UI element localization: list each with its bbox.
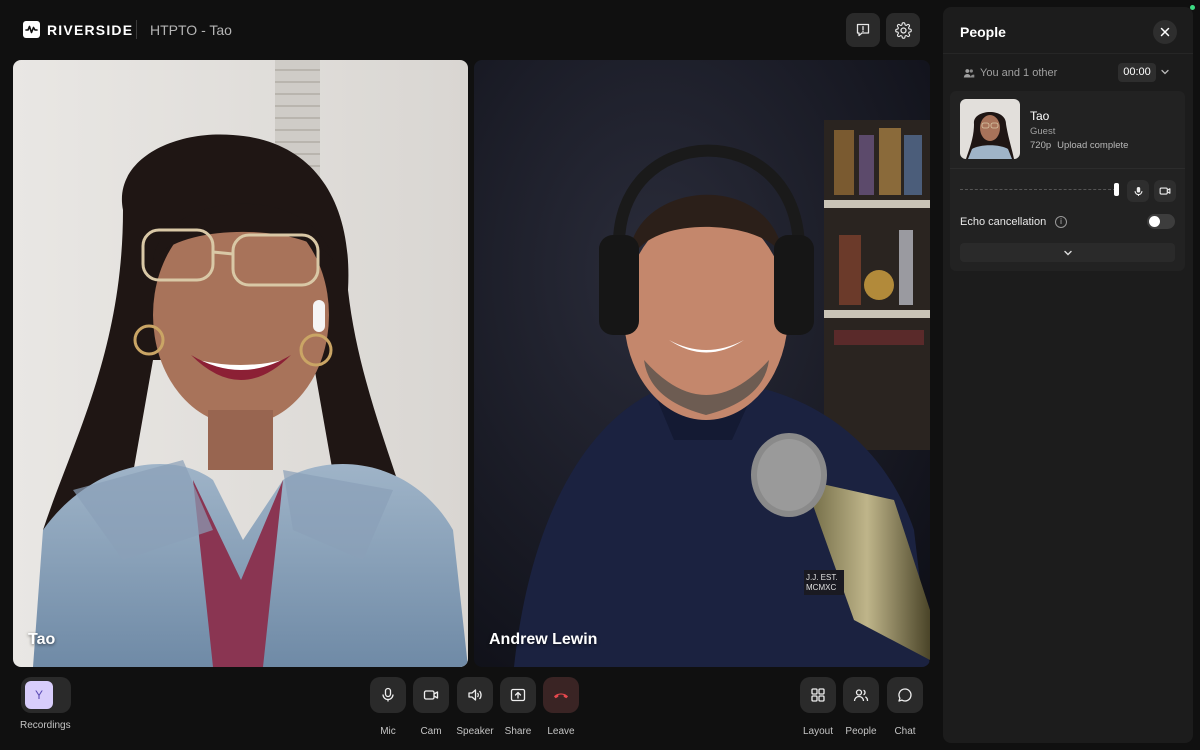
share-button[interactable] — [500, 677, 536, 713]
close-panel-button[interactable] — [1153, 20, 1177, 44]
top-bar: RIVERSIDE HTPTO - Tao — [0, 0, 940, 60]
mic-icon — [382, 687, 394, 702]
session-title: HTPTO - Tao — [150, 22, 232, 38]
connection-status-dot — [1190, 5, 1195, 10]
speaker-control: Speaker — [456, 677, 494, 737]
participant-count: You and 1 other — [963, 67, 1057, 79]
speaker-button[interactable] — [457, 677, 493, 713]
hang-up-icon — [554, 693, 568, 699]
resolution-label: 720p — [1030, 140, 1052, 151]
participant-card: Tao Guest 720p Upload complete Echo cance… — [950, 91, 1185, 271]
leave-control: Leave — [543, 677, 579, 737]
people-panel: People You and 1 other 00:00 Tao Guest 7… — [943, 7, 1193, 743]
riverside-wave-icon — [23, 21, 40, 38]
echo-cancellation-toggle[interactable] — [1147, 214, 1175, 229]
participant-count-label: You and 1 other — [980, 67, 1058, 79]
card-divider — [950, 168, 1185, 169]
toggle-knob — [1149, 216, 1160, 227]
recordings-button[interactable]: Y — [21, 677, 71, 713]
riverside-logo: RIVERSIDE — [23, 21, 133, 38]
brand-name: RIVERSIDE — [47, 21, 134, 38]
participant-meta: 720p Upload complete — [1030, 140, 1128, 151]
panel-title: People — [960, 24, 1006, 40]
panel-divider — [943, 53, 1193, 54]
mic-control: Mic — [370, 677, 406, 737]
cam-label: Cam — [420, 726, 442, 737]
speaker-label: Speaker — [456, 726, 494, 737]
chevron-down-icon[interactable] — [1160, 67, 1170, 77]
camera-icon — [1159, 187, 1171, 195]
echo-cancellation-label: Echo cancellation — [960, 216, 1047, 228]
info-icon[interactable]: i — [1055, 216, 1067, 228]
participant-thumbnail — [960, 99, 1020, 159]
tao-video-feed — [13, 60, 468, 667]
layout-control: Layout — [800, 677, 836, 737]
chat-button[interactable] — [887, 677, 923, 713]
video-tile-tao[interactable]: Tao — [13, 60, 468, 667]
participant-mic-button[interactable] — [1127, 180, 1149, 202]
gear-icon — [894, 21, 912, 39]
svg-text:J.J. EST.: J.J. EST. — [806, 573, 838, 582]
mic-button[interactable] — [370, 677, 406, 713]
session-timer[interactable]: 00:00 — [1118, 63, 1156, 82]
header-divider — [136, 20, 137, 39]
mic-icon — [1134, 186, 1142, 196]
volume-slider-handle[interactable] — [1114, 183, 1119, 196]
video-tile-andrew[interactable]: J.J. EST. MCMXC Andrew Lewin — [474, 60, 930, 667]
people-icon — [963, 69, 975, 78]
share-screen-icon — [510, 688, 526, 702]
andrew-video-feed: J.J. EST. MCMXC — [474, 60, 930, 667]
settings-button[interactable] — [886, 13, 920, 47]
close-icon — [1160, 27, 1170, 37]
feedback-button[interactable] — [846, 13, 880, 47]
recordings-label: Recordings — [20, 720, 71, 731]
upload-status: Upload complete — [1057, 140, 1129, 151]
riverside-studio-window: RIVERSIDE HTPTO - Tao Tao J.J. EST. MCMX… — [0, 0, 1200, 750]
layout-grid-icon — [811, 688, 825, 702]
chat-bubble-icon — [898, 688, 912, 702]
cam-button[interactable] — [413, 677, 449, 713]
svg-text:MCMXC: MCMXC — [806, 583, 836, 592]
camera-icon — [423, 690, 439, 700]
volume-slider-track[interactable] — [960, 189, 1116, 190]
people-control: People — [843, 677, 879, 737]
expand-settings-button[interactable] — [960, 243, 1175, 262]
mic-label: Mic — [380, 726, 396, 737]
leave-button[interactable] — [543, 677, 579, 713]
leave-label: Leave — [547, 726, 575, 737]
avatar: Y — [25, 681, 53, 709]
layout-button[interactable] — [800, 677, 836, 713]
participant-name-tag: Tao — [28, 631, 56, 648]
participant-cam-button[interactable] — [1154, 180, 1176, 202]
chat-control: Chat — [887, 677, 923, 737]
chat-label: Chat — [894, 726, 916, 737]
participant-name: Tao — [1030, 109, 1050, 123]
control-bar: Y Recordings Mic Cam Speaker Share Leave… — [0, 668, 940, 750]
cam-control: Cam — [413, 677, 449, 737]
layout-label: Layout — [802, 726, 834, 737]
share-label: Share — [504, 726, 532, 737]
chevron-down-icon — [1063, 250, 1072, 255]
message-alert-icon — [856, 23, 870, 37]
participant-role: Guest — [1030, 126, 1056, 137]
share-control: Share — [500, 677, 536, 737]
speaker-icon — [468, 689, 482, 701]
people-icon — [853, 689, 869, 702]
participant-name-tag: Andrew Lewin — [489, 631, 598, 648]
people-label: People — [845, 726, 877, 737]
people-button[interactable] — [843, 677, 879, 713]
